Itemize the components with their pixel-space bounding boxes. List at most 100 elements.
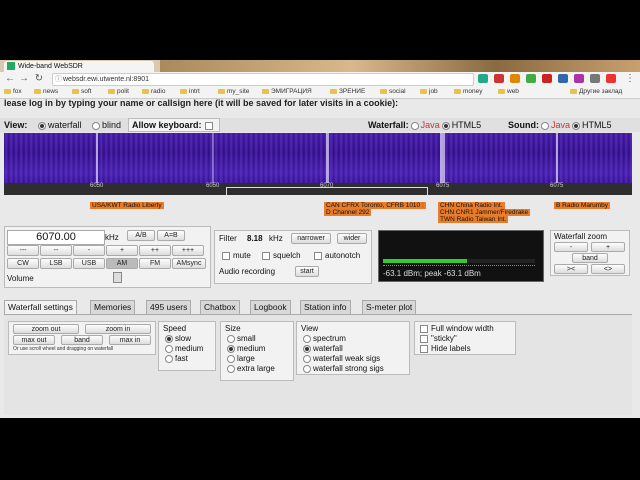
bookmark-item[interactable]: social	[380, 87, 406, 97]
extension-icon[interactable]	[542, 74, 552, 83]
mode-usb-button[interactable]: USB	[73, 258, 105, 269]
speed-option-fast[interactable]: fast	[163, 354, 188, 363]
extension-icon[interactable]	[510, 74, 520, 83]
allow-keyboard-box[interactable]: Allow keyboard:	[128, 118, 220, 132]
view-option-waterfall[interactable]: waterfall	[36, 120, 82, 130]
bookmark-item[interactable]: polit	[108, 87, 129, 97]
tab-station-info[interactable]: Station info	[300, 300, 351, 315]
zoom-right-button[interactable]: <>	[591, 264, 625, 274]
radio-icon[interactable]	[441, 121, 450, 130]
speed-option-slow[interactable]: slow	[163, 334, 191, 343]
max-out-button[interactable]: max out	[13, 335, 55, 345]
bookmark-item[interactable]: web	[498, 87, 519, 97]
station-label[interactable]: TWN Radio Taiwan Int.	[438, 216, 509, 223]
station-label[interactable]: USA/KWT Radio Liberty	[90, 202, 164, 209]
full-width-checkbox[interactable]: Full window width	[417, 324, 494, 333]
mute-checkbox[interactable]: mute	[219, 251, 251, 260]
bookmark-item[interactable]: my_site	[218, 87, 249, 97]
size-option-extra-large[interactable]: extra large	[225, 364, 275, 373]
bookmark-other[interactable]: Другие заклад	[570, 87, 622, 97]
extension-icon[interactable]	[558, 74, 568, 83]
extension-icon[interactable]	[574, 74, 584, 83]
zoom-out-button[interactable]: zoom out	[13, 324, 79, 334]
zoom-plus-button[interactable]: +	[591, 242, 625, 252]
step-down-3-button[interactable]: ---	[7, 245, 39, 256]
record-start-button[interactable]: start	[295, 266, 319, 277]
bookmark-item[interactable]: soft	[72, 87, 91, 97]
narrower-button[interactable]: narrower	[291, 233, 331, 244]
view-option-spectrum[interactable]: spectrum	[301, 334, 346, 343]
bookmark-item[interactable]: intrt	[180, 87, 200, 97]
radio-icon[interactable]	[410, 121, 419, 130]
reload-icon[interactable]: ↻	[33, 73, 45, 85]
bookmark-item[interactable]: ЗРЕНИЕ	[330, 87, 365, 97]
bookmark-item[interactable]: money	[454, 87, 483, 97]
bookmark-item[interactable]: ЭМИГРАЦИЯ	[262, 87, 312, 97]
tab-memories[interactable]: Memories	[90, 300, 136, 315]
station-label[interactable]: B Radio Marumby	[554, 202, 611, 209]
sticky-checkbox[interactable]: "sticky"	[417, 334, 457, 343]
bookmark-item[interactable]: job	[420, 87, 438, 97]
passband-marker[interactable]	[226, 187, 428, 195]
mode-am-button[interactable]: AM	[106, 258, 138, 269]
wider-button[interactable]: wider	[337, 233, 367, 244]
ab-button[interactable]: A/B	[127, 230, 155, 241]
mode-lsb-button[interactable]: LSB	[40, 258, 72, 269]
bookmark-item[interactable]: fox	[4, 87, 22, 97]
radio-icon[interactable]	[572, 121, 581, 130]
radio-icon[interactable]	[541, 121, 549, 130]
extension-icon[interactable]	[478, 74, 488, 83]
extension-icon[interactable]	[526, 74, 536, 83]
tab-waterfall-settings[interactable]: Waterfall settings	[4, 300, 77, 315]
volume-slider[interactable]	[113, 272, 122, 283]
tab-smeter-plot[interactable]: S-meter plot	[362, 300, 417, 315]
browser-tab[interactable]: Wide-band WebSDR	[4, 61, 154, 72]
squelch-checkbox[interactable]: squelch	[259, 251, 301, 260]
frequency-scale[interactable]: 6050 6050 6070 6075 6075	[4, 183, 632, 195]
view-group: View spectrum waterfall waterfall weak s…	[296, 321, 410, 375]
step-up-3-button[interactable]: +++	[172, 245, 204, 256]
a-equals-b-button[interactable]: A=B	[157, 230, 185, 241]
bookmark-item[interactable]: news	[34, 87, 58, 97]
zoom-minus-button[interactable]: -	[554, 242, 588, 252]
bookmark-item[interactable]: radio	[142, 87, 165, 97]
autonotch-checkbox[interactable]: autonotch	[311, 251, 360, 260]
max-in-button[interactable]: max in	[109, 335, 151, 345]
extension-icon[interactable]	[606, 74, 616, 83]
tab-logbook[interactable]: Logbook	[250, 300, 291, 315]
station-label[interactable]: CHN CNR1 Jammer/Firedrake	[438, 209, 531, 216]
back-icon[interactable]: ←	[4, 73, 16, 85]
tab-chatbox[interactable]: Chatbox	[200, 300, 240, 315]
size-option-medium[interactable]: medium	[225, 344, 265, 353]
waterfall-display[interactable]	[4, 133, 632, 183]
band-button[interactable]: band	[61, 335, 103, 345]
size-option-small[interactable]: small	[225, 334, 256, 343]
view-option-blind[interactable]: blind	[90, 120, 121, 130]
size-option-large[interactable]: large	[225, 354, 255, 363]
zoom-in-button[interactable]: zoom in	[85, 324, 151, 334]
mode-fm-button[interactable]: FM	[139, 258, 171, 269]
station-label[interactable]: CHN China Radio Int.	[438, 202, 505, 209]
step-up-2-button[interactable]: ++	[139, 245, 171, 256]
zoom-band-button[interactable]: band	[572, 253, 608, 263]
view-option-waterfall[interactable]: waterfall	[301, 344, 343, 353]
tab-users[interactable]: 495 users	[146, 300, 192, 315]
step-up-1-button[interactable]: +	[106, 245, 138, 256]
station-label[interactable]: CAN CFRX Toronto, CFRB 1010 :	[324, 202, 426, 209]
speed-option-medium[interactable]: medium	[163, 344, 203, 353]
menu-icon[interactable]: ⋮	[624, 73, 636, 85]
zoom-left-button[interactable]: ><	[554, 264, 588, 274]
mode-amsync-button[interactable]: AMsync	[172, 258, 206, 269]
url-field[interactable]: ⓘ websdr.ewi.utwente.nl:8901	[52, 73, 474, 86]
view-option-strong[interactable]: waterfall strong sigs	[301, 364, 384, 373]
view-option-weak[interactable]: waterfall weak sigs	[301, 354, 380, 363]
step-down-2-button[interactable]: --	[40, 245, 72, 256]
extension-icon[interactable]	[590, 74, 600, 83]
station-label[interactable]: D Channel 292	[324, 209, 372, 216]
mode-cw-button[interactable]: CW	[7, 258, 39, 269]
extension-icon[interactable]	[494, 74, 504, 83]
frequency-input[interactable]: 6070.00	[7, 230, 105, 245]
hide-labels-checkbox[interactable]: Hide labels	[417, 344, 471, 353]
forward-icon[interactable]: →	[18, 73, 30, 85]
step-down-1-button[interactable]: -	[73, 245, 105, 256]
